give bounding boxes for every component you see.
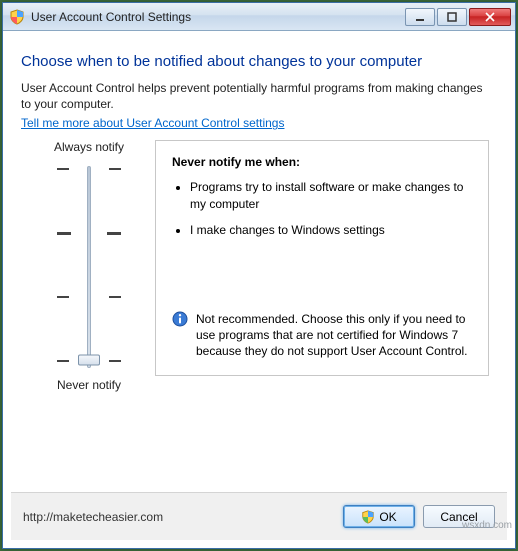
maximize-icon bbox=[447, 12, 457, 22]
ok-button[interactable]: OK bbox=[343, 505, 415, 528]
panel-item: I make changes to Windows settings bbox=[190, 222, 472, 238]
page-heading: Choose when to be notified about changes… bbox=[21, 53, 497, 70]
titlebar[interactable]: User Account Control Settings bbox=[3, 3, 515, 31]
footer: http://maketecheasier.com OK Cancel bbox=[11, 492, 507, 540]
minimize-icon bbox=[415, 12, 425, 22]
panel-title: Never notify me when: bbox=[172, 155, 472, 169]
watermark: wsxdn.com bbox=[462, 520, 512, 531]
learn-more-link[interactable]: Tell me more about User Account Control … bbox=[21, 116, 284, 130]
shield-icon bbox=[361, 510, 375, 524]
panel-item: Programs try to install software or make… bbox=[190, 179, 472, 211]
recommendation-text: Not recommended. Choose this only if you… bbox=[196, 311, 472, 360]
info-icon bbox=[172, 311, 188, 327]
notify-slider[interactable] bbox=[57, 162, 121, 372]
minimize-button[interactable] bbox=[405, 8, 435, 26]
footer-url: http://maketecheasier.com bbox=[23, 510, 335, 524]
shield-icon bbox=[9, 9, 25, 25]
slider-bottom-label: Never notify bbox=[29, 378, 149, 392]
uac-window: User Account Control Settings Choose whe… bbox=[2, 2, 516, 549]
close-button[interactable] bbox=[469, 8, 511, 26]
page-description: User Account Control helps prevent poten… bbox=[21, 80, 489, 112]
close-icon bbox=[485, 12, 495, 22]
maximize-button[interactable] bbox=[437, 8, 467, 26]
window-title: User Account Control Settings bbox=[31, 10, 191, 24]
client-area: Choose when to be notified about changes… bbox=[11, 39, 507, 540]
notify-slider-area: Always notify Never notify bbox=[29, 140, 149, 392]
notify-panel: Never notify me when: Programs try to in… bbox=[155, 140, 489, 376]
ok-label: OK bbox=[379, 510, 396, 524]
slider-thumb[interactable] bbox=[78, 355, 100, 366]
slider-top-label: Always notify bbox=[29, 140, 149, 154]
